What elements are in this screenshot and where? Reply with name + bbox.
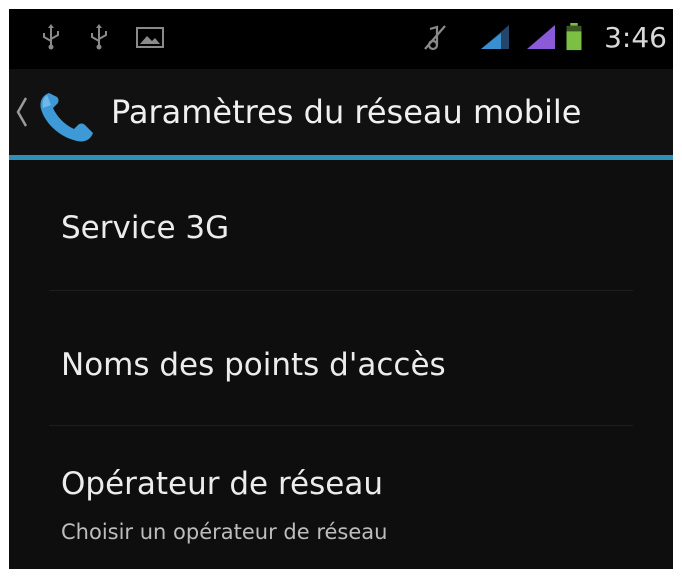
mute-icon	[424, 25, 446, 51]
battery-icon	[566, 23, 582, 51]
list-item-network-operator[interactable]: Opérateur de réseau Choisir un opérateur…	[9, 426, 673, 546]
usb-icon	[91, 24, 107, 50]
signal-icon	[481, 25, 509, 49]
list-item-subtitle: Choisir un opérateur de réseau	[61, 520, 388, 544]
chevron-left-icon	[16, 97, 28, 127]
list-item-title: Service 3G	[61, 210, 230, 246]
signal-icon	[527, 25, 555, 49]
phone-icon	[40, 93, 93, 142]
image-icon	[136, 27, 164, 48]
status-time: 3:46	[604, 21, 667, 54]
page-title: Paramètres du réseau mobile	[111, 93, 582, 131]
up-navigation[interactable]	[9, 69, 105, 159]
usb-icon	[43, 24, 59, 50]
list-item-title: Noms des points d'accès	[61, 347, 446, 383]
list-item-title: Opérateur de réseau	[61, 466, 383, 502]
phone-screen: 3:46 Paramètres du réseau mobile Service…	[9, 9, 673, 569]
list-item-service-3g[interactable]: Service 3G	[9, 160, 673, 280]
status-bar: 3:46	[9, 9, 673, 69]
action-bar: Paramètres du réseau mobile	[9, 69, 673, 159]
list-item-access-point-names[interactable]: Noms des points d'accès	[9, 291, 673, 411]
